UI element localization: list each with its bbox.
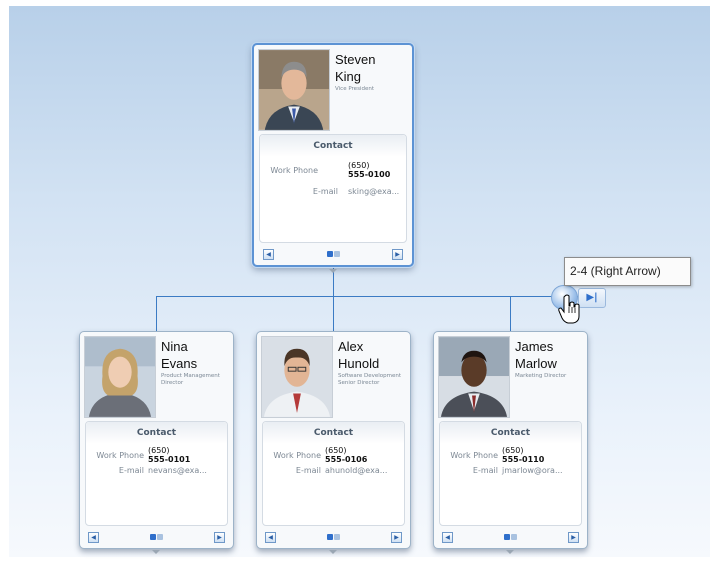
- job-title: Software Development Senior Director: [338, 373, 402, 386]
- employee-card-james-marlow[interactable]: James Marlow Marketing Director Contact …: [433, 331, 588, 549]
- contact-heading: Contact: [263, 422, 404, 444]
- first-name: Nina: [161, 339, 188, 354]
- employee-name: Steven King: [335, 51, 375, 85]
- prev-page-button[interactable]: ◀: [88, 532, 99, 543]
- employee-card-steven-king[interactable]: Steven King Vice President Contact Work …: [252, 43, 414, 267]
- employee-name: James Marlow: [515, 338, 557, 372]
- contact-panel: Contact Work Phone (650) 555-0101 E-mail…: [85, 421, 228, 526]
- last-name: Hunold: [338, 356, 380, 371]
- employee-photo: [84, 336, 156, 418]
- page-indicator: [504, 534, 518, 541]
- email-label: E-mail: [118, 466, 144, 475]
- contact-heading: Contact: [260, 135, 406, 157]
- expand-root-icon[interactable]: [329, 269, 337, 273]
- last-name: King: [335, 69, 362, 84]
- scroll-to-end-button[interactable]: ▶|: [578, 288, 606, 308]
- bottom-strip: [0, 557, 713, 569]
- last-name: Evans: [161, 356, 198, 371]
- contact-panel: Contact Work Phone (650) 555-0100 E-mail…: [259, 134, 407, 243]
- contact-heading: Contact: [440, 422, 581, 444]
- phone-line2: 555-0100: [348, 170, 391, 179]
- job-title: Product Management Director: [161, 373, 220, 386]
- phone-line1: (650): [502, 446, 524, 455]
- prev-page-button[interactable]: ◀: [265, 532, 276, 543]
- phone-line2: 555-0101: [148, 455, 191, 464]
- next-page-button[interactable]: ▶: [391, 532, 402, 543]
- next-page-button[interactable]: ▶: [214, 532, 225, 543]
- job-title: Vice President: [335, 86, 374, 92]
- page-indicator: [327, 251, 341, 258]
- employee-photo: [438, 336, 510, 418]
- connector-nina: [156, 296, 157, 332]
- first-name: James: [515, 339, 554, 354]
- employee-card-alex-hunold[interactable]: Alex Hunold Software Development Senior …: [256, 331, 411, 549]
- expand-james-icon[interactable]: [506, 550, 514, 554]
- prev-page-button[interactable]: ◀: [263, 249, 274, 260]
- next-page-button[interactable]: ▶: [392, 249, 403, 260]
- expand-nina-icon[interactable]: [152, 550, 160, 554]
- first-name: Alex: [338, 339, 364, 354]
- phone-line2: 555-0110: [502, 455, 545, 464]
- page-indicator: [327, 534, 341, 541]
- first-name: Steven: [335, 52, 376, 67]
- email-label: E-mail: [472, 466, 498, 475]
- contact-heading: Contact: [86, 422, 227, 444]
- phone-line1: (650): [348, 161, 370, 170]
- email-value[interactable]: nevans@exa...: [148, 466, 207, 475]
- expand-alex-icon[interactable]: [329, 550, 337, 554]
- employee-card-nina-evans[interactable]: Nina Evans Product Management Director C…: [79, 331, 234, 549]
- email-label: E-mail: [312, 187, 338, 196]
- employee-name: Nina Evans: [161, 338, 197, 372]
- phone-line1: (650): [148, 446, 170, 455]
- job-title: Marketing Director: [515, 373, 567, 379]
- hand-pointer-icon: [558, 294, 580, 324]
- phone-line1: (650): [325, 446, 347, 455]
- tooltip: 2-4 (Right Arrow): [564, 257, 691, 286]
- email-value[interactable]: jmarlow@ora...: [502, 466, 563, 475]
- phone-label: Work Phone: [273, 451, 321, 460]
- phone-label: Work Phone: [270, 166, 318, 175]
- page-indicator: [150, 534, 164, 541]
- connector-alex: [333, 296, 334, 332]
- connector-horizontal: [156, 296, 578, 297]
- contact-panel: Contact Work Phone (650) 555-0106 E-mail…: [262, 421, 405, 526]
- email-value[interactable]: ahunold@exa...: [325, 466, 387, 475]
- contact-panel: Contact Work Phone (650) 555-0110 E-mail…: [439, 421, 582, 526]
- connector-james: [510, 296, 511, 332]
- last-name: Marlow: [515, 356, 557, 371]
- email-label: E-mail: [295, 466, 321, 475]
- employee-photo: [261, 336, 333, 418]
- prev-page-button[interactable]: ◀: [442, 532, 453, 543]
- phone-label: Work Phone: [450, 451, 498, 460]
- employee-name: Alex Hunold: [338, 338, 379, 372]
- employee-photo: [258, 49, 330, 131]
- next-page-button[interactable]: ▶: [568, 532, 579, 543]
- phone-line2: 555-0106: [325, 455, 368, 464]
- last-page-icon: ▶|: [586, 292, 598, 303]
- phone-label: Work Phone: [96, 451, 144, 460]
- email-value[interactable]: sking@exa...: [348, 187, 399, 196]
